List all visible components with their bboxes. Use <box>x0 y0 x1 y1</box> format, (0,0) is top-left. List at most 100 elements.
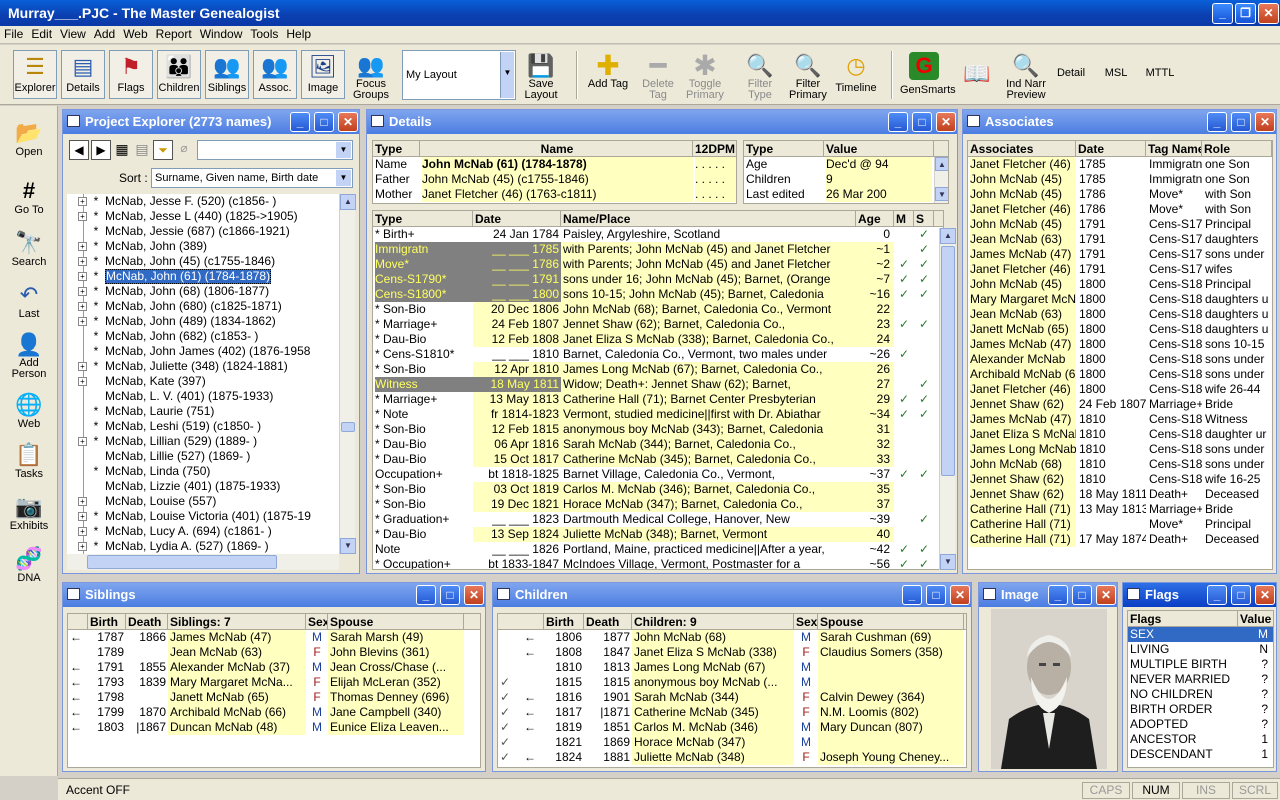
nav-search[interactable]: 🔭 Search <box>2 230 56 268</box>
events-scrollbar[interactable]: ▲ ▼ <box>939 228 956 570</box>
tree-item[interactable]: * McNab, Laurie (751) <box>67 404 339 419</box>
associate-row[interactable]: Janet Fletcher (46)1791 Cens-S1790*wifes <box>968 262 1272 277</box>
event-row[interactable]: * Son-Bio 19 Dec 1821 Horace McNab (347); … <box>373 497 943 512</box>
event-row[interactable]: * Cens-S1810* __ ___ 1810 Barnet, Caledoni… <box>373 347 943 362</box>
expand-icon[interactable]: + <box>78 212 87 221</box>
gensmarts-button[interactable]: G GenSmarts <box>900 50 956 99</box>
menu-view[interactable]: View <box>56 26 90 41</box>
siblings-button[interactable]: 👥 Siblings <box>205 50 249 99</box>
timeline-button[interactable]: ◷ Timeline <box>834 50 878 99</box>
flag-row[interactable]: ADOPTED? <box>1128 717 1273 732</box>
sibling-row[interactable]: ← 1798 Janett McNab (65) F Thomas Denney (69… <box>68 690 480 705</box>
minimize-button[interactable]: _ <box>1207 585 1227 605</box>
chevron-down-icon[interactable]: ▼ <box>336 170 351 186</box>
minimize-button[interactable]: _ <box>888 112 908 132</box>
associate-row[interactable]: Jennet Shaw (62) 18 May 1811 Death+ Decease… <box>968 487 1272 502</box>
event-row[interactable]: * Son-Bio 12 Feb 1815 anonymous boy McNab … <box>373 422 943 437</box>
save-layout-button[interactable]: 💾 Save Layout <box>519 50 563 101</box>
scrollbar-thumb[interactable] <box>341 422 355 432</box>
sibling-row[interactable]: ← 1787 1866 James McNab (47) M Sarah Marsh (4… <box>68 630 480 645</box>
person-row[interactable]: Mother Janet Fletcher (46) (1763-c1811). … <box>373 187 736 202</box>
maximize-button[interactable]: □ <box>912 112 932 132</box>
associate-row[interactable]: Janet Fletcher (46) 1785 Immigratn one Son <box>968 157 1272 172</box>
event-row[interactable]: * Note fr 1814-1823 Vermont, studied medic… <box>373 407 943 422</box>
child-row[interactable]: 1810 1813 James Long McNab (67) M <box>498 660 966 675</box>
tree-item[interactable]: + * McNab, John (680) (c1825-1871) <box>67 299 339 314</box>
expand-icon[interactable] <box>78 227 87 236</box>
expand-icon[interactable] <box>78 452 87 461</box>
children-button[interactable]: 👪 Children <box>157 50 201 99</box>
delete-tag-button[interactable]: ━ Delete Tag <box>636 50 680 101</box>
nav-tasks[interactable]: 📋 Tasks <box>2 442 56 480</box>
event-row[interactable]: * Occupation+ bt 1833-1847 McIndoes Villag… <box>373 557 943 569</box>
nav-web[interactable]: 🌐 Web <box>2 392 56 430</box>
expand-icon[interactable] <box>78 467 87 476</box>
child-row[interactable]: ✓ ← 1816 1901 Sarah McNab (344) F Calvin Dewey… <box>498 690 966 705</box>
event-row[interactable]: * Dau-Bio 13 Sep 1824 Juliette McNab (348)… <box>373 527 943 542</box>
associate-row[interactable]: Alexander McNab1800 Cens-S1800*sons under <box>968 352 1272 367</box>
flag-row[interactable]: LIVING N <box>1128 642 1273 657</box>
restore-window-button[interactable]: ❐ <box>1235 3 1256 24</box>
menu-web[interactable]: Web <box>119 26 151 41</box>
menu-tools[interactable]: Tools <box>246 26 282 41</box>
focus-groups-button[interactable]: 👥 Focus Groups <box>349 50 393 101</box>
expand-icon[interactable]: + <box>78 362 87 371</box>
expand-icon[interactable]: + <box>78 437 87 446</box>
menu-report[interactable]: Report <box>152 26 196 41</box>
associate-row[interactable]: Catherine Hall (71) 17 May 1874 Death+ Dece… <box>968 532 1272 547</box>
associate-row[interactable]: Catherine Hall (71) Move* Principal <box>968 517 1272 532</box>
minimize-button[interactable]: _ <box>290 112 310 132</box>
tree-item[interactable]: * McNab, Jessie (687) (c1866-1921) <box>67 224 339 239</box>
associates-button[interactable]: 👥 Assoc. <box>253 50 297 99</box>
menu-edit[interactable]: Edit <box>27 26 56 41</box>
nav-exhibits[interactable]: 📷 Exhibits <box>2 494 56 532</box>
expand-icon[interactable] <box>78 392 87 401</box>
scroll-up-icon[interactable]: ▲ <box>340 194 356 210</box>
associate-row[interactable]: Janet Fletcher (46)1800 Cens-S1800*wife 2… <box>968 382 1272 397</box>
minimize-button[interactable]: _ <box>902 585 922 605</box>
tree-item[interactable]: + * McNab, John (489) (1834-1862) <box>67 314 339 329</box>
close-button[interactable]: ✕ <box>464 585 484 605</box>
nav-add-person[interactable]: 👤 Add Person <box>2 332 56 380</box>
tree-item[interactable]: + McNab, Kate (397) <box>67 374 339 389</box>
tree-item[interactable]: McNab, L. V. (401) (1875-1933) <box>67 389 339 404</box>
expand-icon[interactable]: + <box>78 197 87 206</box>
associate-row[interactable]: Archibald McNab (61800 Cens-S1800*sons un… <box>968 367 1272 382</box>
event-row[interactable]: Witness 18 May 1811 Widow; Death+: Jennet … <box>373 377 943 392</box>
person-row[interactable]: Father John McNab (45) (c1755-1846). . . … <box>373 172 736 187</box>
chevron-down-icon[interactable]: ▼ <box>336 142 351 158</box>
expand-icon[interactable]: + <box>78 257 87 266</box>
event-row[interactable]: Occupation+ bt 1818-1825 Barnet Village, C… <box>373 467 943 482</box>
sibling-row[interactable]: ← 1799 1870 Archibald McNab (66) M Jane Campb… <box>68 705 480 720</box>
filter-type-button[interactable]: 🔍 Filter Type <box>738 50 782 101</box>
associate-row[interactable]: John McNab (45) 1785 Immigratn one Son <box>968 172 1272 187</box>
associate-row[interactable]: Catherine Hall (71) 13 May 1813 Marriage+ B… <box>968 502 1272 517</box>
event-row[interactable]: * Dau-Bio 15 Oct 1817 Catherine McNab (345… <box>373 452 943 467</box>
minimize-button[interactable]: _ <box>1048 585 1068 605</box>
associate-row[interactable]: John McNab (68)1810 Cens-S1810*sons under <box>968 457 1272 472</box>
expand-icon[interactable] <box>78 347 87 356</box>
add-tag-button[interactable]: ✚ Add Tag <box>586 50 630 99</box>
sibling-row[interactable]: ← 1793 1839 Mary Margaret McNa... F Elijah Mc… <box>68 675 480 690</box>
list-view-icon[interactable]: ▤ <box>133 141 151 159</box>
associate-row[interactable]: Jean McNab (63)1791 Cens-S1790*daughters <box>968 232 1272 247</box>
flag-row[interactable]: NEVER MARRIED? <box>1128 672 1273 687</box>
mttl-button[interactable]: MTTL <box>1140 50 1180 99</box>
detail-button[interactable]: Detail <box>1052 50 1090 99</box>
expand-icon[interactable]: + <box>78 497 87 506</box>
explorer-button[interactable]: ☰ Explorer <box>13 50 57 99</box>
expand-icon[interactable]: + <box>78 527 87 536</box>
person-row[interactable]: Name John McNab (61) (1784-1878). . . . . <box>373 157 736 172</box>
tree-item[interactable]: * McNab, Linda (750) <box>67 464 339 479</box>
associate-row[interactable]: James Long McNab1810 Cens-S1810*sons unde… <box>968 442 1272 457</box>
scroll-up-icon[interactable]: ▲ <box>935 157 948 171</box>
associate-row[interactable]: Janet Fletcher (46) 1786 Move* with Son <box>968 202 1272 217</box>
tree-item[interactable]: * McNab, John James (402) (1876-1958 <box>67 344 339 359</box>
child-row[interactable]: ✓ ← 1824 1881 Juliette McNab (348) F Joseph Yo… <box>498 750 966 765</box>
tree-item[interactable]: + * McNab, John (389) <box>67 239 339 254</box>
expand-icon[interactable] <box>78 332 87 341</box>
sibling-row[interactable]: ← 1791 1855 Alexander McNab (37) M Jean Cross… <box>68 660 480 675</box>
tree-item[interactable]: * McNab, Leshi (519) (c1850- ) <box>67 419 339 434</box>
filter-icon[interactable]: ⏷ <box>153 140 173 160</box>
associate-row[interactable]: Jean McNab (63)1800 Cens-S1800*daughters … <box>968 307 1272 322</box>
